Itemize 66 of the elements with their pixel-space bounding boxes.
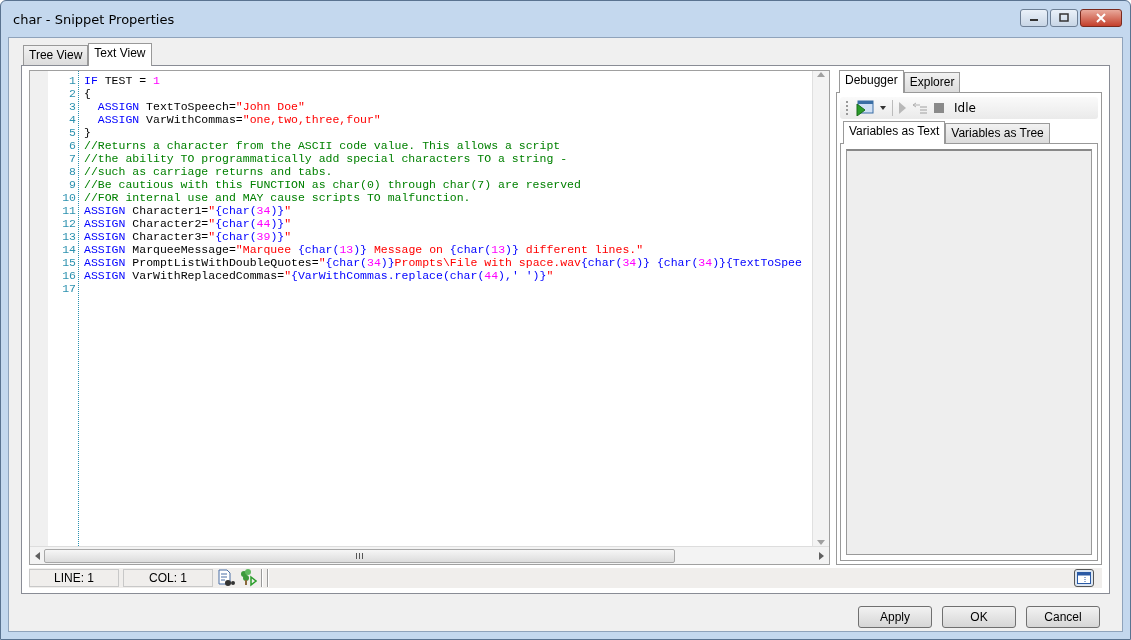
scroll-down-arrow-icon	[817, 540, 825, 546]
layout-button[interactable]	[1074, 569, 1094, 587]
line-number: 5	[68, 126, 76, 139]
code-line: ASSIGN TextToSpeech="John Doe"	[96, 100, 305, 113]
dialog-button[interactable]: Cancel	[1026, 606, 1100, 628]
code-line: ASSIGN MarqueeMessage="Marquee {char(13)} Message on {char(13)} different lines."	[84, 243, 644, 256]
tab[interactable]: Explorer	[903, 72, 961, 92]
code-line: //Returns a character from the ASCII code value. This allows a script	[84, 139, 561, 152]
line-number: 17	[61, 282, 76, 295]
code-line: IF TEST = 1	[84, 74, 160, 87]
scroll-left-arrow-icon	[34, 551, 40, 560]
line-number: 7	[68, 152, 76, 165]
maximize-icon	[1058, 13, 1070, 23]
dialog-button[interactable]: Apply	[858, 606, 932, 628]
window-title: char - Snippet Properties	[13, 11, 176, 27]
scroll-right-arrow-icon	[819, 551, 825, 560]
code-line: }	[84, 126, 91, 139]
maximize-button[interactable]	[1050, 9, 1078, 27]
tab[interactable]: Text View	[88, 43, 152, 66]
close-icon	[1095, 13, 1107, 23]
tab[interactable]: Tree View	[23, 45, 89, 65]
line-number: 3	[68, 100, 76, 113]
dialog-button[interactable]: OK	[942, 606, 1016, 628]
line-number: 6	[68, 139, 76, 152]
step-icon	[912, 102, 928, 114]
line-number: 4	[68, 113, 76, 126]
line-number: 14	[61, 243, 76, 256]
document-binoculars-icon	[217, 569, 235, 587]
code-line: //the ability TO programmatically add special characters TO a string -	[84, 152, 568, 165]
line-number: 8	[68, 165, 76, 178]
code-line: ASSIGN PromptListWithDoubleQuotes="{char(34)}Prompts\File with space.wav{char(34)} {char(34)}{TextToSpee	[84, 256, 802, 269]
tab[interactable]: Variables as Tree	[945, 123, 1050, 143]
stop-icon	[934, 103, 944, 113]
window-icon	[1077, 572, 1091, 584]
tab[interactable]: Debugger	[839, 70, 904, 93]
line-number: 9	[68, 178, 76, 191]
close-button[interactable]	[1080, 9, 1122, 27]
line-number: 16	[61, 269, 76, 282]
tab[interactable]: Variables as Text	[843, 121, 946, 144]
line-number: 15	[61, 256, 76, 269]
line-number: 12	[61, 217, 76, 230]
grip-icon	[356, 552, 363, 559]
minimize-button[interactable]	[1020, 9, 1048, 27]
line-number: 2	[68, 87, 76, 100]
line-number: 11	[61, 204, 76, 217]
code-line: ASSIGN Character3="{char(39)}"	[84, 230, 292, 243]
code-line: ASSIGN Character2="{char(44)}"	[84, 217, 292, 230]
code-line: {	[84, 87, 91, 100]
line-number: 10	[61, 191, 76, 204]
line-indicator: LINE: 1	[29, 569, 119, 587]
code-line: ASSIGN VarWithReplacedCommas="{VarWithCommas.replace(char(44),' ')}"	[84, 269, 554, 282]
scroll-up-arrow-icon	[817, 71, 825, 77]
scrollbar-thumb[interactable]	[44, 548, 675, 563]
code-line: ASSIGN VarWithCommas="one,two,three,four"	[96, 113, 381, 126]
column-indicator: COL: 1	[123, 569, 213, 587]
code-line: //FOR internal use and MAY cause scripts TO malfunction.	[84, 191, 471, 204]
code-line: //Be cautious with this FUNCTION as char(0) through char(7) are reserved	[84, 178, 581, 191]
debugger-status: Idle	[954, 101, 976, 115]
code-line: ASSIGN Character1="{char(34)}"	[84, 204, 292, 217]
tree-arrow-icon	[239, 569, 257, 587]
line-number: 1	[68, 74, 76, 87]
caret-icon	[880, 106, 886, 110]
run-icon	[856, 100, 874, 116]
play-icon	[899, 102, 906, 114]
code-line: //such as carriage returns and tabs.	[84, 165, 333, 178]
line-number: 13	[61, 230, 76, 243]
